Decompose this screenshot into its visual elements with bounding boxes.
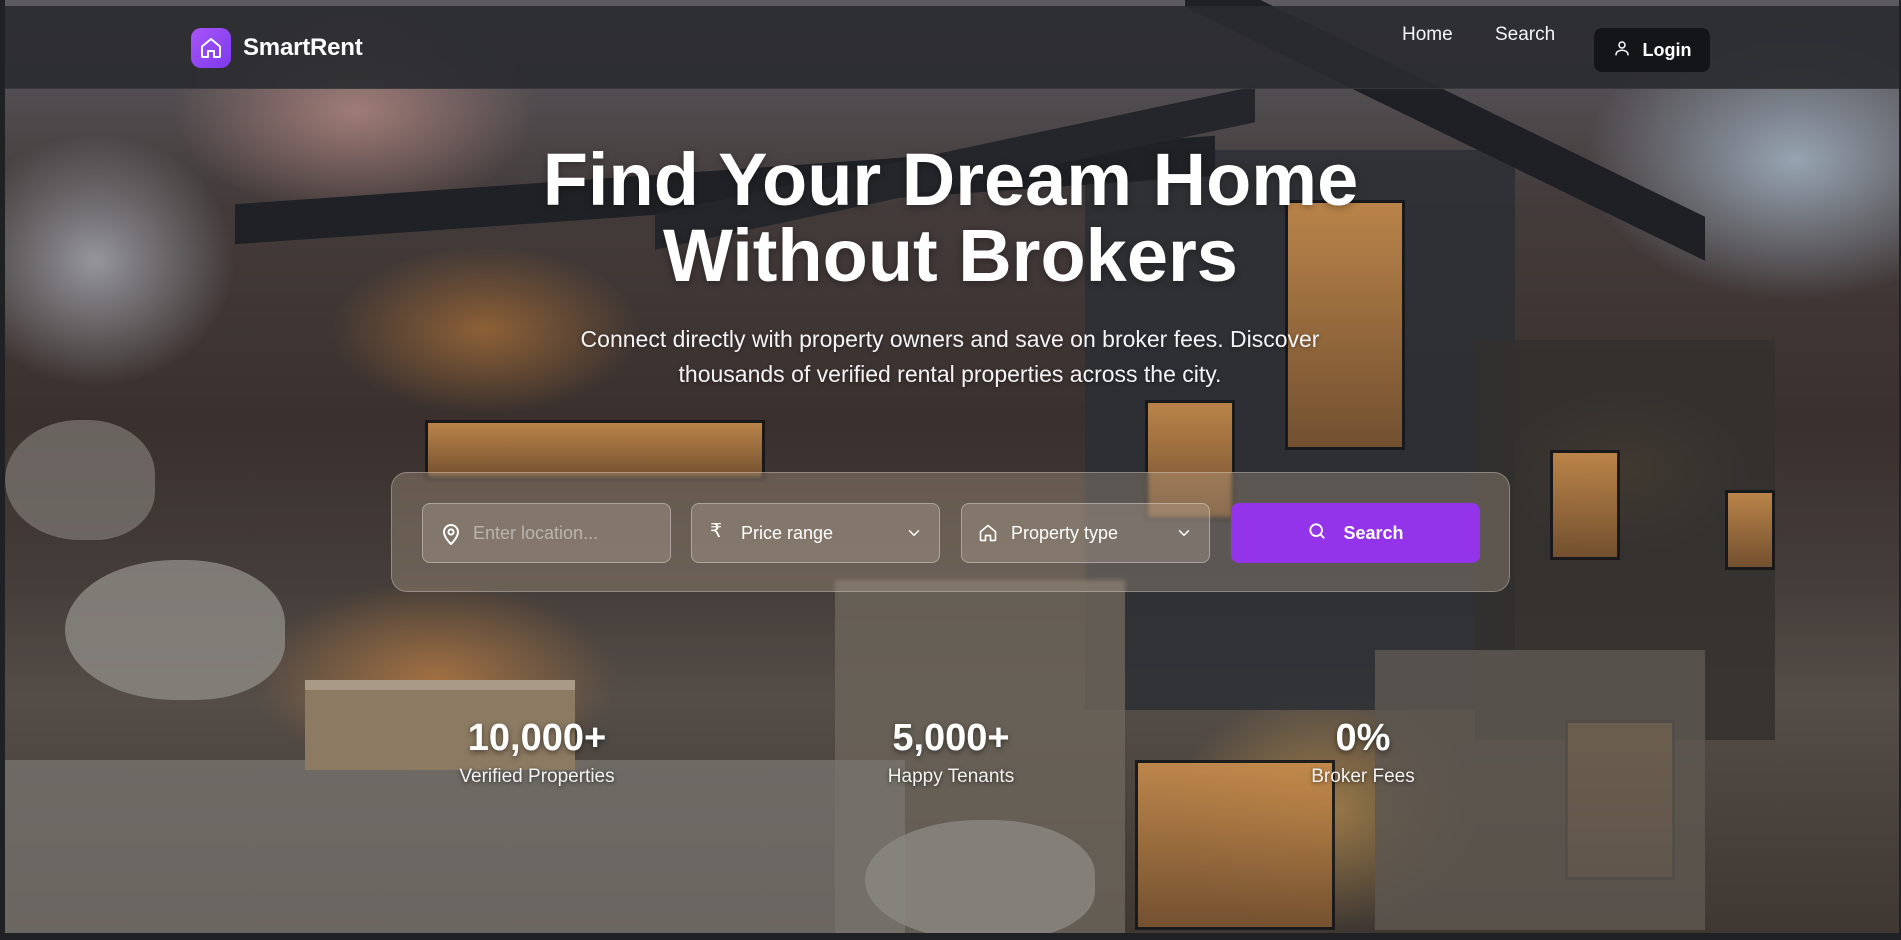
location-input[interactable]: Enter location... (422, 503, 671, 563)
hero-subtitle-line-1: Connect directly with property owners an… (580, 326, 1320, 352)
house-window (425, 420, 765, 480)
hero-subtitle-line-2: thousands of verified rental properties … (678, 361, 1222, 387)
stat-value: 5,000+ (892, 717, 1010, 759)
brand[interactable]: SmartRent (191, 28, 363, 68)
hero-subtitle: Connect directly with property owners an… (540, 322, 1360, 392)
house-window (1725, 490, 1775, 570)
stat-broker-fees: 0% Broker Fees (1233, 716, 1493, 788)
brand-name: SmartRent (243, 34, 363, 61)
stat-label: Happy Tenants (887, 766, 1015, 787)
search-panel: Enter location... ₹ Price range Property… (391, 472, 1510, 592)
rock (65, 560, 285, 700)
location-placeholder: Enter location... (473, 523, 599, 543)
stat-value: 10,000+ (467, 717, 607, 759)
property-type-select[interactable]: Property type (961, 503, 1210, 563)
hero-title: Find Your Dream Home Without Brokers (0, 142, 1901, 294)
property-type-label: Property type (1011, 523, 1119, 543)
home-logo-icon (191, 28, 231, 68)
search-icon (1307, 521, 1327, 546)
house-window (1550, 450, 1620, 560)
nav-search-link[interactable]: Search (1495, 24, 1555, 46)
stat-label: Verified Properties (459, 766, 615, 787)
stat-verified-properties: 10,000+ Verified Properties (407, 716, 667, 788)
stat-happy-tenants: 5,000+ Happy Tenants (821, 716, 1081, 788)
user-icon (1613, 39, 1631, 62)
chevron-down-icon (1175, 524, 1193, 547)
chevron-down-icon (905, 524, 923, 547)
rock (5, 420, 155, 540)
search-button[interactable]: Search (1231, 503, 1480, 563)
rupee-icon: ₹ (710, 520, 723, 542)
login-label: Login (1642, 39, 1692, 60)
price-range-select[interactable]: ₹ Price range (691, 503, 940, 563)
nav-home-link[interactable]: Home (1402, 24, 1453, 46)
stat-value: 0% (1335, 717, 1391, 759)
hero-title-line-2: Without Brokers (663, 214, 1238, 297)
price-range-label: Price range (741, 523, 834, 543)
map-pin-icon (439, 522, 463, 546)
stone-wall-right (1375, 650, 1705, 930)
rock (865, 820, 1095, 933)
home-icon (978, 523, 1002, 547)
login-button[interactable]: Login (1594, 28, 1710, 72)
top-navbar: SmartRent Home Search Login (5, 6, 1899, 89)
search-button-label: Search (1343, 522, 1404, 543)
stat-label: Broker Fees (1311, 766, 1415, 787)
hero-title-line-1: Find Your Dream Home (542, 138, 1359, 221)
